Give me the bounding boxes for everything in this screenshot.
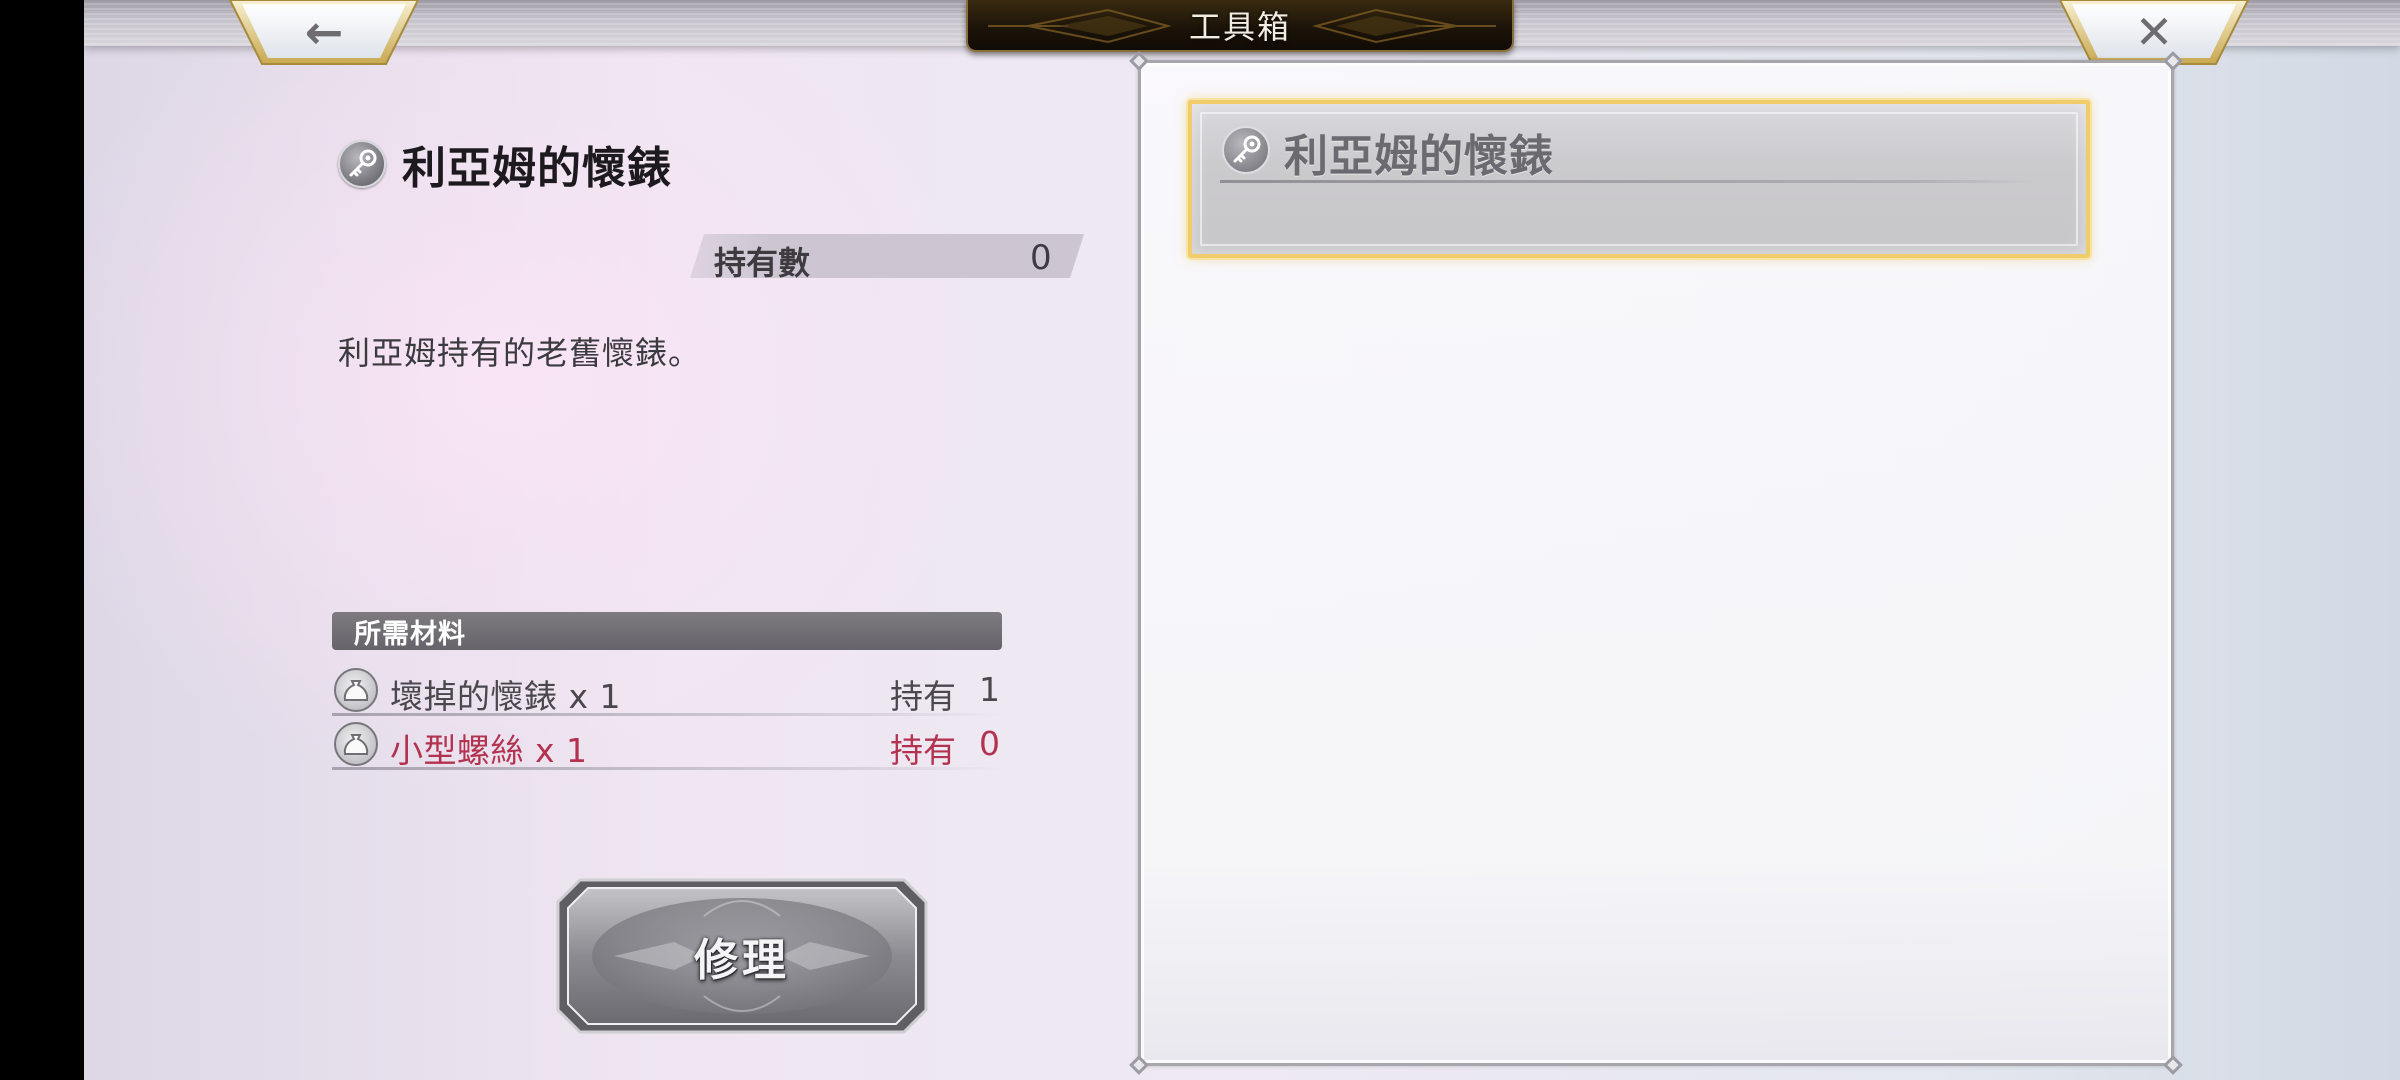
material-name: 壞掉的懷錶 x 1 xyxy=(390,677,622,716)
entry-divider xyxy=(1220,180,2036,183)
item-detail-header: 利亞姆的懷錶 xyxy=(338,132,672,196)
panel-corner-ornament xyxy=(1129,1055,1149,1075)
key-icon xyxy=(1222,126,1270,174)
material-owned-value: 0 xyxy=(979,724,1000,763)
item-name: 利亞姆的懷錶 xyxy=(402,143,672,194)
arrow-left-icon: ← xyxy=(304,5,344,59)
row-divider xyxy=(332,767,1002,770)
material-name: 小型螺絲 x 1 xyxy=(390,731,588,770)
item-description: 利亞姆持有的老舊懷錶。 xyxy=(338,334,702,372)
owned-count-value: 0 xyxy=(1030,238,1052,278)
back-button[interactable]: ← xyxy=(226,0,422,66)
material-row: 小型螺絲 x 1 持有 0 xyxy=(332,718,1002,770)
item-list-entry-selected[interactable]: 利亞姆的懷錶 xyxy=(1188,100,2090,258)
toolbox-screen: ← 工具箱 ✕ 利亞姆的懷錶 持有數 0 利亞姆持有的老舊懷錶。 所需材料 壞掉… xyxy=(84,0,2400,1080)
row-divider xyxy=(332,713,1002,716)
material-owned-label: 持有 xyxy=(890,731,956,770)
material-row: 壞掉的懷錶 x 1 持有 1 xyxy=(332,664,1002,716)
close-button[interactable]: ✕ xyxy=(2056,0,2252,66)
owned-count-label: 持有數 xyxy=(714,244,811,282)
item-list-entry-name: 利亞姆的懷錶 xyxy=(1284,131,1554,182)
bag-icon xyxy=(334,722,378,766)
close-icon: ✕ xyxy=(2134,5,2174,59)
material-owned-value: 1 xyxy=(979,670,1000,709)
panel-corner-ornament xyxy=(2163,1055,2183,1075)
game-screen: ← 工具箱 ✕ 利亞姆的懷錶 持有數 0 利亞姆持有的老舊懷錶。 所需材料 壞掉… xyxy=(0,0,2400,1080)
repair-button[interactable]: 修理 xyxy=(554,876,930,1036)
required-materials-label: 所需材料 xyxy=(354,618,466,650)
screen-title: 工具箱 xyxy=(1188,8,1291,46)
title-plate: 工具箱 xyxy=(966,0,1514,52)
key-icon xyxy=(338,140,386,188)
material-owned-label: 持有 xyxy=(890,677,956,716)
bag-icon xyxy=(334,668,378,712)
panel-corner-ornament xyxy=(1129,51,1149,71)
required-materials-header: 所需材料 xyxy=(332,612,1002,650)
repair-button-label: 修理 xyxy=(694,935,790,986)
